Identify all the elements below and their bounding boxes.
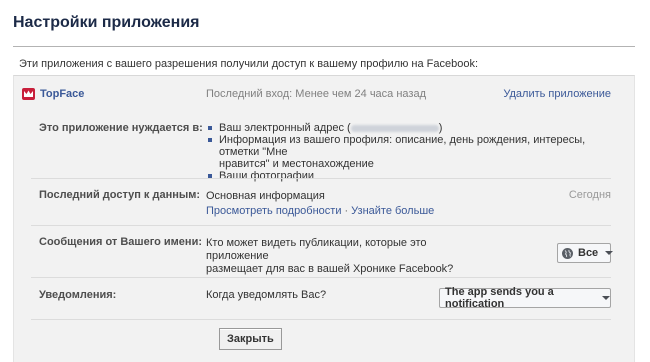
view-details-link[interactable]: Просмотреть подробности <box>206 205 341 217</box>
close-button-label: Закрыть <box>227 333 274 345</box>
email-permission-text: Ваш электронный адрес ( <box>219 122 351 134</box>
photos-permission-text: Ваши фотографии <box>219 170 315 182</box>
list-item: Информация из вашего профиля: описание, … <box>206 134 606 170</box>
posts-question: Кто может видеть публикации, которые это… <box>206 237 486 276</box>
row-divider <box>31 277 611 278</box>
redacted-email <box>350 124 439 132</box>
audience-value: Все <box>578 247 599 259</box>
intro-text: Эти приложения с вашего разрешения получ… <box>19 58 479 70</box>
notifications-label: Уведомления: <box>39 289 117 301</box>
last-access-label: Последний доступ к данным: <box>39 189 201 201</box>
last-access-when: Сегодня <box>568 189 611 201</box>
posts-question-line1: Кто может видеть публикации, которые это… <box>206 237 427 262</box>
chevron-down-icon <box>605 251 614 255</box>
profile-permission-text-cont: нравится" и местонахождение <box>219 158 374 170</box>
remove-app-link[interactable]: Удалить приложение <box>503 88 611 100</box>
permissions-row: Это приложение нуждается в: Ваш электрон… <box>31 116 611 182</box>
row-divider <box>31 319 611 320</box>
topface-logo-icon <box>22 88 35 100</box>
permissions-label: Это приложение нуждается в: <box>39 122 203 134</box>
posts-label: Сообщения от Вашего имени: <box>39 236 202 248</box>
permissions-list: Ваш электронный адрес () Информация из в… <box>206 122 606 182</box>
list-item: Ваши фотографии <box>206 170 606 182</box>
row-divider <box>31 225 611 226</box>
last-access-links: Просмотреть подробности · Узнайте больше <box>206 204 606 219</box>
title-divider <box>13 46 635 47</box>
globe-icon <box>562 247 573 259</box>
posts-question-line2: размещает для вас в вашей Хронике Facebo… <box>206 263 454 275</box>
posts-row: Сообщения от Вашего имени: Кто может вид… <box>31 231 614 279</box>
profile-permission-text: Информация из вашего профиля: описание, … <box>219 134 586 158</box>
app-header-row: TopFace Последний вход: Менее чем 24 час… <box>14 86 634 104</box>
chevron-down-icon <box>602 296 610 300</box>
email-suffix: ) <box>438 122 443 134</box>
app-name-link[interactable]: TopFace <box>40 88 84 100</box>
last-login-text: Последний вход: Менее чем 24 часа назад <box>206 88 426 100</box>
link-separator: · <box>344 205 349 217</box>
last-access-body: Основная информация Просмотреть подробно… <box>206 189 606 219</box>
list-item: Ваш электронный адрес () <box>206 122 606 134</box>
page-title: Настройки приложения <box>13 14 200 31</box>
close-button[interactable]: Закрыть <box>219 328 282 350</box>
audience-selector[interactable]: Все <box>557 243 614 263</box>
notifications-row: Уведомления: Когда уведомлять Вас? The a… <box>31 283 611 319</box>
row-divider <box>31 178 611 179</box>
notifications-question: Когда уведомлять Вас? <box>206 289 327 301</box>
app-settings-panel: TopFace Последний вход: Менее чем 24 час… <box>13 75 635 362</box>
last-access-row: Последний доступ к данным: Основная инфо… <box>31 184 611 224</box>
last-access-value: Основная информация <box>206 190 325 202</box>
learn-more-link[interactable]: Узнайте больше <box>351 205 434 217</box>
notification-selector[interactable]: The app sends you a notification <box>439 286 611 310</box>
notification-value: The app sends you a notification <box>445 286 554 310</box>
